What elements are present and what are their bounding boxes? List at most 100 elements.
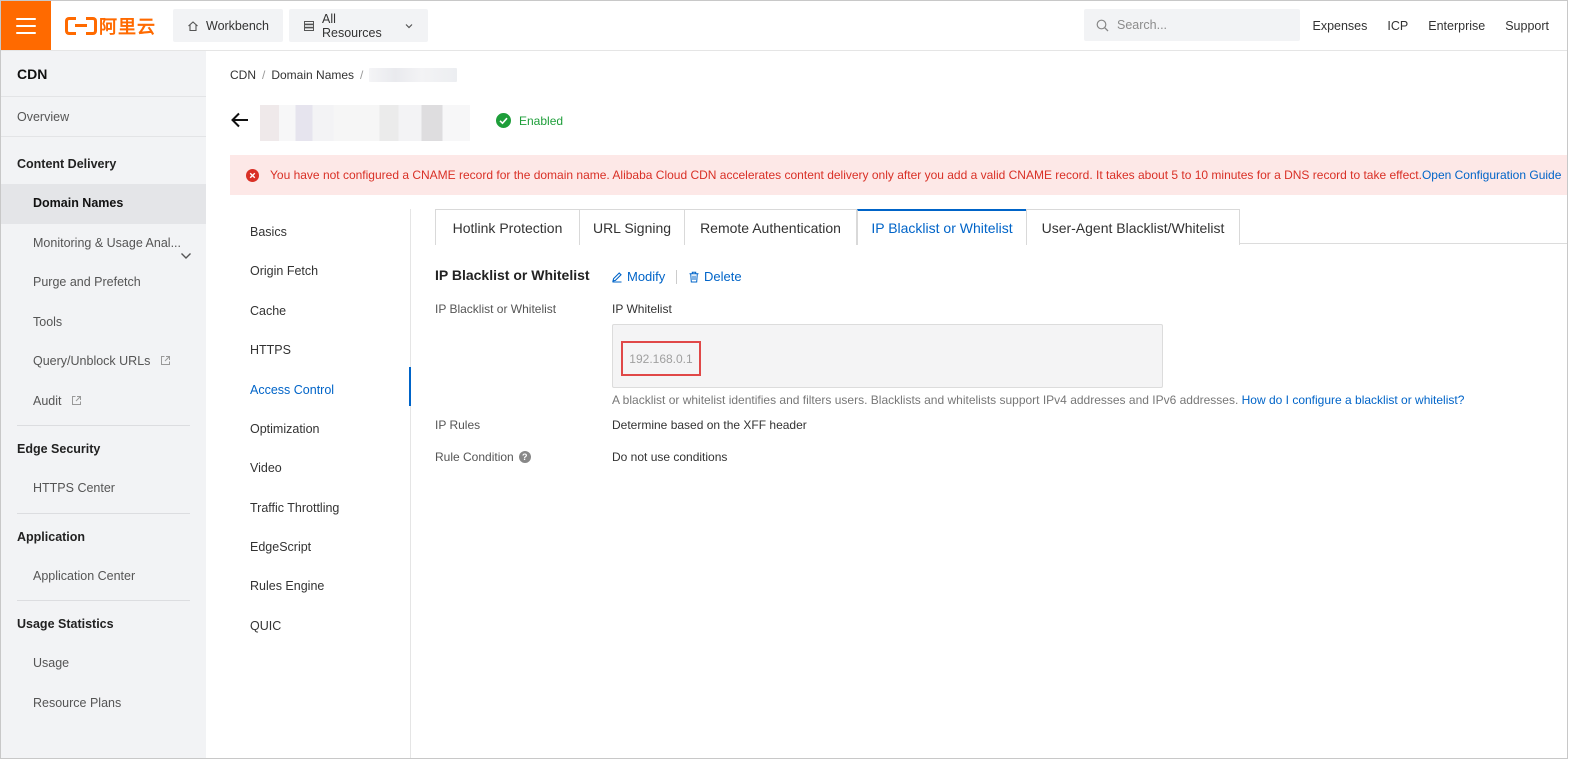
ip-address-highlight: 192.168.0.1 [621, 341, 701, 376]
menu-icon[interactable] [1, 1, 51, 50]
search-input[interactable] [1117, 18, 1287, 32]
help-icon[interactable]: ? [518, 451, 531, 463]
configure-list-help-link[interactable]: How do I configure a blacklist or whitel… [1242, 393, 1465, 407]
nav-edgescript[interactable]: EdgeScript [250, 540, 311, 554]
external-link-icon [160, 343, 171, 383]
modify-button[interactable]: Modify [611, 269, 665, 284]
alert-message: You have not configured a CNAME record f… [270, 168, 1561, 182]
sidebar-group-application: Application [17, 529, 86, 544]
tab-user-agent-blacklist-whitelist[interactable]: User-Agent Blacklist/Whitelist [1026, 209, 1240, 245]
back-arrow-icon[interactable] [230, 111, 250, 132]
enterprise-link[interactable]: Enterprise [1428, 19, 1485, 33]
field-value-list-type: IP Whitelist [612, 302, 672, 316]
nav-quic[interactable]: QUIC [250, 619, 281, 633]
sidebar-item-usage[interactable]: Usage [1, 644, 206, 684]
logo-text: 阿里云 [99, 17, 156, 37]
nav-rules-engine[interactable]: Rules Engine [250, 579, 324, 593]
delete-button[interactable]: Delete [688, 269, 742, 284]
field-label-list-type: IP Blacklist or Whitelist [435, 302, 557, 316]
ip-list-textarea: 192.168.0.1 [612, 324, 1163, 388]
database-icon [303, 20, 315, 32]
top-links: Expenses ICP Enterprise Support [1312, 1, 1549, 50]
trash-icon [689, 271, 699, 282]
icp-link[interactable]: ICP [1387, 19, 1408, 33]
home-icon [187, 20, 199, 32]
sidebar-item-query-label: Query/Unblock URLs [33, 354, 151, 368]
sidebar-item-audit[interactable]: Audit [1, 382, 206, 422]
support-link[interactable]: Support [1505, 19, 1549, 33]
sidebar-item-application-center[interactable]: Application Center [1, 557, 206, 597]
sidebar-item-monitoring[interactable]: Monitoring & Usage Anal... [1, 224, 206, 264]
chevron-down-icon [404, 21, 414, 31]
sidebar-title: CDN [1, 51, 206, 97]
domain-settings-nav: Basics Origin Fetch Cache HTTPS Access C… [230, 209, 411, 758]
access-control-tabs: Hotlink Protection URL Signing Remote Au… [435, 209, 1567, 245]
all-resources-dropdown[interactable]: All Resources [289, 9, 428, 42]
sidebar-item-query-unblock[interactable]: Query/Unblock URLs [1, 342, 206, 382]
all-resources-label: All Resources [322, 11, 382, 40]
tab-remote-authentication[interactable]: Remote Authentication [684, 209, 857, 245]
sidebar-item-resource-plans[interactable]: Resource Plans [1, 684, 206, 724]
sidebar-item-monitoring-label: Monitoring & Usage Anal... [33, 235, 181, 250]
nav-origin-fetch[interactable]: Origin Fetch [250, 264, 318, 278]
domain-name-blurred [260, 105, 470, 141]
sidebar-group-usage-statistics: Usage Statistics [17, 617, 114, 631]
sidebar-item-https-center[interactable]: HTTPS Center [1, 469, 206, 509]
hint-text: A blacklist or whitelist identifies and … [612, 393, 1242, 407]
edit-icon [612, 271, 622, 282]
open-configuration-guide-link[interactable]: Open Configuration Guide [1422, 168, 1561, 182]
ip-list-hint: A blacklist or whitelist identifies and … [612, 393, 1464, 407]
sidebar-divider [17, 425, 190, 426]
nav-access-control[interactable]: Access Control [250, 383, 334, 397]
workbench-label: Workbench [206, 18, 269, 33]
nav-active-indicator [409, 367, 411, 406]
search-icon [1096, 19, 1109, 32]
tab-ip-blacklist-whitelist[interactable]: IP Blacklist or Whitelist [857, 209, 1027, 245]
breadcrumb-cdn[interactable]: CDN [230, 68, 256, 82]
breadcrumb-separator: / [262, 68, 266, 82]
check-circle-icon [496, 113, 511, 128]
nav-https[interactable]: HTTPS [250, 343, 291, 357]
nav-basics[interactable]: Basics [250, 225, 287, 239]
sidebar-item-audit-label: Audit [33, 393, 62, 408]
breadcrumb: CDN / Domain Names / [230, 68, 458, 82]
section-title: IP Blacklist or Whitelist [435, 267, 590, 283]
ip-address-value: 192.168.0.1 [629, 351, 693, 366]
breadcrumb-domain-names[interactable]: Domain Names [271, 68, 354, 82]
sidebar-item-purge-prefetch[interactable]: Purge and Prefetch [1, 263, 206, 303]
nav-optimization[interactable]: Optimization [250, 422, 319, 436]
breadcrumb-domain-blurred [369, 68, 458, 82]
sidebar-item-overview[interactable]: Overview [1, 97, 206, 137]
nav-cache[interactable]: Cache [250, 304, 286, 318]
aliyun-logo[interactable]: 阿里云 [65, 14, 156, 38]
external-link-icon [71, 383, 82, 423]
sidebar-item-domain-names[interactable]: Domain Names [1, 184, 206, 224]
nav-traffic-throttling[interactable]: Traffic Throttling [250, 501, 339, 515]
sidebar-group-content-delivery: Content Delivery [17, 157, 117, 171]
nav-video[interactable]: Video [250, 461, 282, 475]
modify-label: Modify [627, 269, 666, 284]
rule-condition-label: Rule Condition [435, 450, 514, 464]
sidebar-item-tools[interactable]: Tools [1, 303, 206, 343]
tab-hotlink-protection[interactable]: Hotlink Protection [435, 209, 580, 245]
sidebar-group-edge-security: Edge Security [17, 442, 101, 456]
field-label-rule-condition: Rule Condition ? [435, 450, 531, 464]
workbench-button[interactable]: Workbench [173, 9, 283, 42]
cname-alert: You have not configured a CNAME record f… [230, 155, 1567, 195]
search-box[interactable] [1084, 9, 1300, 41]
aliyun-logo-mark [65, 17, 97, 35]
sidebar: CDN Overview Content Delivery Domain Nam… [1, 51, 206, 758]
status-text: Enabled [519, 113, 564, 128]
status-badge: Enabled [496, 113, 563, 128]
sidebar-divider [17, 600, 190, 601]
expenses-link[interactable]: Expenses [1312, 19, 1367, 33]
main-content: CDN / Domain Names / Enabled You have no… [206, 51, 1567, 758]
error-icon [246, 168, 259, 182]
tab-url-signing[interactable]: URL Signing [579, 209, 685, 245]
field-value-rule-condition: Do not use conditions [612, 450, 728, 464]
field-value-ip-rules: Determine based on the XFF header [612, 418, 807, 432]
delete-label: Delete [704, 269, 742, 284]
breadcrumb-separator: / [360, 68, 364, 82]
top-navigation-bar: 阿里云 Workbench All Resources Expenses [1, 1, 1567, 51]
sidebar-divider [17, 512, 190, 514]
